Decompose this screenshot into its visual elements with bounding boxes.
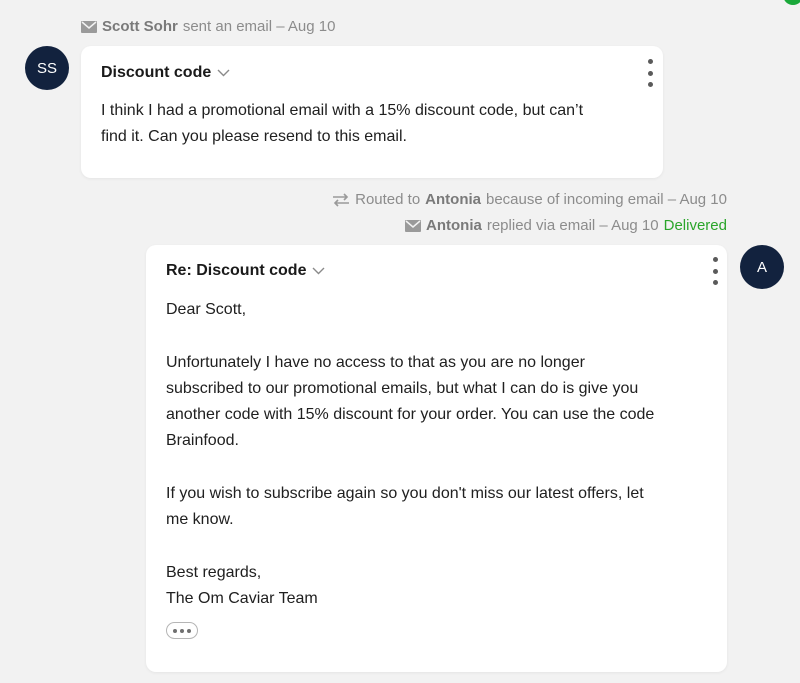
chevron-down-icon[interactable] (312, 267, 325, 275)
body-line: If you wish to subscribe again so you do… (166, 485, 644, 503)
body-line: I think I had a promotional email with a… (101, 102, 584, 119)
route-icon (333, 192, 350, 207)
body-line: subscribed to our promotional emails, bu… (166, 379, 639, 397)
routing-line: Routed to Antonia because of incoming em… (332, 191, 727, 208)
reply-body: Dear Scott, Unfortunately I have no acce… (166, 297, 711, 613)
reply-card: Re: Discount code Dear Scott, Unfortunat… (146, 245, 727, 672)
body-line: me know. (166, 511, 234, 529)
body-line: find it. Can you please resend to this e… (101, 128, 407, 146)
reply-subject[interactable]: Re: Discount code (166, 262, 325, 280)
body-line: Brainfood. (166, 432, 239, 450)
mail-icon (405, 219, 422, 232)
routing-prefix: Routed to (355, 191, 421, 208)
greeting: Dear Scott, (166, 301, 247, 318)
avatar[interactable]: A (740, 245, 784, 289)
status-dot (783, 0, 800, 5)
reply-agent[interactable]: Antonia (426, 217, 482, 234)
email-meta-line: Scott Sohr sent an email – Aug 10 (81, 18, 335, 35)
routing-suffix: because of incoming email – Aug 10 (486, 191, 727, 208)
signature: The Om Caviar Team (166, 590, 318, 608)
routing-agent[interactable]: Antonia (425, 191, 481, 208)
signoff: Best regards, (166, 563, 262, 581)
email-card: Discount code I think I had a promotiona… (81, 46, 663, 178)
more-vertical-icon[interactable] (710, 257, 720, 285)
avatar[interactable]: SS (25, 46, 69, 90)
email-subject-text: Discount code (101, 64, 212, 81)
reply-meta-line: Antonia replied via email – Aug 10 Deliv… (405, 217, 727, 234)
reply-action: replied via email – Aug 10 (486, 217, 659, 234)
delivered-status: Delivered (663, 217, 727, 234)
reply-subject-text: Re: Discount code (166, 262, 307, 279)
mail-icon (81, 20, 97, 33)
body-line: Unfortunately I have no access to that a… (166, 353, 585, 371)
avatar-initials: A (756, 258, 767, 276)
chevron-down-icon[interactable] (217, 69, 230, 77)
email-body: I think I had a promotional email with a… (101, 98, 646, 151)
ellipsis-icon[interactable] (166, 622, 198, 639)
meta-action: sent an email – Aug 10 (182, 18, 336, 35)
email-subject[interactable]: Discount code (101, 64, 230, 82)
more-vertical-icon[interactable] (645, 59, 655, 87)
sender-name[interactable]: Scott Sohr (102, 18, 178, 35)
body-line: another code with 15% discount for your … (166, 406, 655, 424)
avatar-initials: SS (36, 59, 57, 77)
